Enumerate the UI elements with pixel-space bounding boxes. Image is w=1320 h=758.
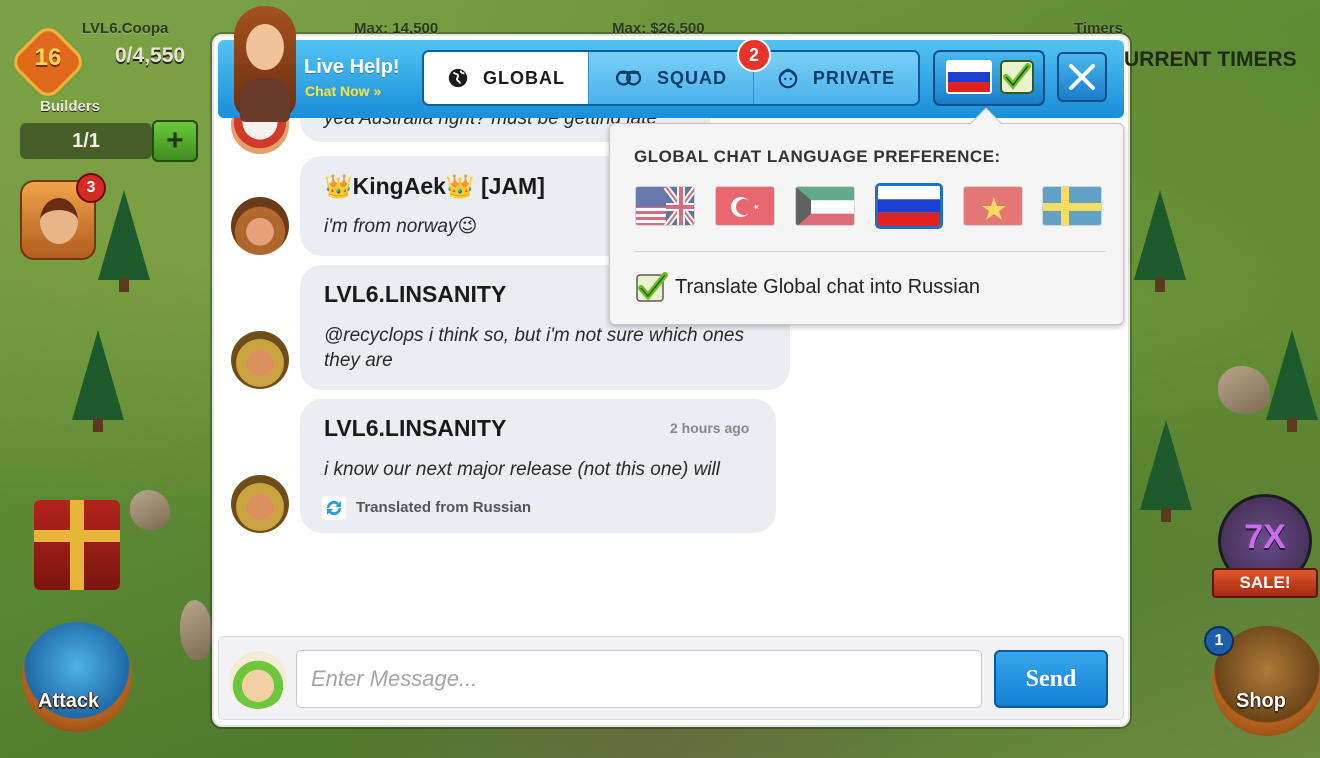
squad-icon [615, 70, 642, 86]
gift-box-button[interactable] [34, 500, 120, 590]
russia-flag-icon [878, 186, 940, 226]
checkmark-icon [1000, 60, 1034, 94]
language-popup-title: GLOBAL CHAT LANGUAGE PREFERENCE: [634, 147, 1001, 166]
russia-flag-icon [946, 60, 992, 94]
close-icon [1069, 64, 1095, 90]
message-text: i know our next major release (not this … [324, 459, 721, 480]
tab-squad-label: SQUAD [656, 67, 727, 88]
xp-value: 0/4,550 [115, 44, 186, 67]
translate-icon [322, 496, 346, 520]
private-icon [778, 68, 798, 89]
tree [1140, 420, 1192, 522]
message-text: i'm from norway😉 [324, 216, 478, 237]
message-author[interactable]: 👑KingAek👑 [JAM] [324, 173, 545, 200]
tab-private-label: PRIVATE [812, 67, 896, 88]
attack-button[interactable] [22, 622, 132, 732]
rock [130, 490, 170, 530]
sweden-flag[interactable] [1042, 186, 1102, 226]
close-button[interactable] [1057, 52, 1107, 102]
tab-global[interactable]: GLOBAL [424, 52, 588, 104]
user-avatar[interactable] [231, 331, 289, 389]
sale-multiplier: 7X [1244, 518, 1286, 556]
tree [1134, 190, 1186, 292]
vietnam-flag-icon [964, 187, 1022, 225]
squad-tag: [JAM] [480, 173, 545, 199]
vietnam-flag[interactable] [963, 186, 1023, 226]
tree [72, 330, 124, 432]
usa-uk-flag-icon [636, 187, 694, 225]
hero-face-icon [40, 198, 78, 244]
sweden-flag-icon [1043, 187, 1101, 225]
popup-divider [634, 251, 1106, 252]
live-help-title[interactable]: Live Help! [304, 56, 400, 79]
hero-notification-badge: 3 [76, 173, 106, 203]
builders-label: Builders [40, 98, 101, 115]
usa-uk-flag[interactable] [635, 186, 695, 226]
tab-global-label: GLOBAL [483, 67, 565, 88]
tab-squad[interactable]: SQUAD [588, 52, 753, 104]
send-button[interactable]: Send [994, 650, 1108, 708]
avatar-face [246, 24, 284, 70]
message-author[interactable]: LVL6.LINSANITY [324, 415, 506, 442]
shop-label: Shop [1236, 690, 1286, 712]
user-avatar[interactable] [231, 197, 289, 255]
attack-label: Attack [38, 690, 100, 712]
my-avatar[interactable] [229, 651, 287, 709]
russia-flag[interactable] [875, 183, 943, 229]
message-author[interactable]: LVL6.LINSANITY [324, 281, 506, 308]
rock [1218, 366, 1270, 414]
message-timestamp: 2 hours ago [670, 420, 750, 436]
turkey-flag[interactable] [715, 186, 775, 226]
tab-private[interactable]: PRIVATE [753, 52, 918, 104]
chat-now-link[interactable]: Chat Now » [305, 83, 381, 99]
author-name: 👑KingAek👑 [324, 173, 475, 199]
builders-count: 1/1 [20, 123, 152, 159]
add-builder-button[interactable]: + [152, 120, 198, 162]
kuwait-flag[interactable] [795, 186, 855, 226]
tree [98, 190, 150, 292]
translate-label[interactable]: Translate Global chat into Russian [675, 276, 980, 299]
turkey-flag-icon [716, 187, 774, 225]
player-name: LVL6.Coopa [82, 20, 169, 37]
user-avatar[interactable] [231, 475, 289, 533]
level-number: 16 [34, 44, 62, 71]
message-text: @recyclops i think so, but i'm not sure … [324, 325, 744, 371]
translated-note: Translated from Russian [356, 499, 532, 516]
kuwait-flag-icon [796, 187, 854, 225]
live-help-avatar[interactable] [228, 6, 302, 122]
squad-notification-badge: 2 [737, 38, 771, 72]
translate-checkbox[interactable] [636, 272, 668, 302]
chat-tabs: GLOBAL SQUAD PRIVATE [422, 50, 920, 106]
current-timers-label: URRENT TIMERS [1124, 48, 1297, 71]
sale-banner: SALE! [1212, 568, 1318, 598]
rock [180, 600, 212, 660]
message-input[interactable] [296, 650, 982, 708]
avatar-body [240, 78, 290, 122]
tree [1266, 330, 1318, 432]
globe-icon [448, 68, 468, 88]
shop-badge: 1 [1204, 626, 1234, 656]
